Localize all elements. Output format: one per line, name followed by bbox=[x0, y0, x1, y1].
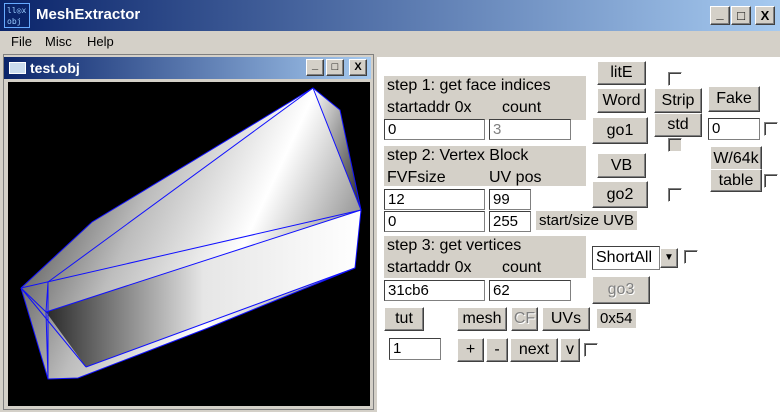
child-window-title: test.obj bbox=[30, 60, 80, 76]
dropdown-arrow-button[interactable]: ▼ bbox=[660, 248, 678, 268]
step1-count-label: count bbox=[502, 99, 542, 116]
menu-help[interactable]: Help bbox=[87, 34, 114, 49]
step1-count-input[interactable]: 3 bbox=[489, 119, 571, 140]
menu-file[interactable]: File bbox=[11, 34, 32, 49]
go1-button[interactable]: go1 bbox=[592, 117, 648, 144]
step2-title: step 2: Vertex Block bbox=[384, 146, 532, 166]
uvb-size-input[interactable]: 255 bbox=[489, 211, 531, 232]
type-dropdown[interactable]: ShortAll bbox=[592, 246, 660, 270]
menu-bar bbox=[0, 31, 780, 53]
document-icon bbox=[9, 62, 26, 74]
go3-button[interactable]: go3 bbox=[592, 276, 650, 304]
table-button[interactable]: table bbox=[710, 169, 762, 192]
v-checkbox[interactable] bbox=[584, 343, 598, 357]
go2-checkbox[interactable] bbox=[668, 188, 682, 202]
app-icon: ll◎x obj bbox=[4, 3, 30, 28]
table-checkbox[interactable] bbox=[764, 174, 778, 188]
step3-addr-label: startaddr 0x bbox=[387, 259, 472, 276]
cf-button[interactable]: CF bbox=[511, 307, 538, 331]
close-icon: X bbox=[354, 61, 362, 73]
std-checkbox[interactable] bbox=[668, 138, 682, 152]
lite-button[interactable]: litE bbox=[597, 61, 646, 85]
maximize-button[interactable]: □ bbox=[731, 6, 751, 25]
step3-addr-input[interactable]: 31cb6 bbox=[384, 280, 485, 301]
uvb-label: start/size UVB bbox=[536, 211, 638, 230]
step3-count-input[interactable]: 62 bbox=[489, 280, 571, 301]
v-button[interactable]: v bbox=[560, 338, 580, 362]
app-icon-line1: ll◎x bbox=[7, 6, 27, 15]
mesh-button[interactable]: mesh bbox=[457, 307, 507, 331]
strip-button[interactable]: Strip bbox=[654, 88, 702, 113]
child-minimize-button[interactable]: _ bbox=[306, 59, 324, 76]
close-icon: X bbox=[760, 8, 770, 23]
maximize-icon: □ bbox=[737, 8, 745, 23]
child-maximize-button[interactable]: □ bbox=[326, 59, 344, 76]
fvf-size-input[interactable]: 12 bbox=[384, 189, 485, 210]
maximize-icon: □ bbox=[331, 61, 339, 73]
w64k-button[interactable]: W/64k bbox=[710, 146, 762, 171]
uv-pos-input[interactable]: 99 bbox=[489, 189, 531, 210]
uvb-start-input[interactable]: 0 bbox=[384, 211, 485, 232]
minus-button[interactable]: - bbox=[486, 338, 508, 362]
next-button[interactable]: next bbox=[510, 338, 558, 362]
step2-fvf-label: FVFsize bbox=[387, 169, 446, 186]
go2-button[interactable]: go2 bbox=[592, 181, 648, 208]
type-checkbox[interactable] bbox=[684, 250, 698, 264]
type-dropdown-value: ShortAll bbox=[596, 249, 653, 266]
minimize-button[interactable]: _ bbox=[710, 6, 730, 25]
step3-count-label: count bbox=[502, 259, 542, 276]
fake-input[interactable]: 0 bbox=[708, 118, 760, 140]
child-close-button[interactable]: X bbox=[349, 59, 367, 76]
uvs-button[interactable]: UVs bbox=[542, 307, 590, 331]
step1-addr-label: startaddr 0x bbox=[387, 99, 472, 116]
step2-uv-label: UV pos bbox=[489, 169, 542, 186]
step1-addr-input[interactable]: 0 bbox=[384, 119, 485, 140]
minimize-icon: _ bbox=[311, 59, 319, 71]
word-button[interactable]: Word bbox=[597, 88, 646, 113]
window-title: MeshExtractor bbox=[36, 6, 141, 23]
tut-button[interactable]: tut bbox=[384, 307, 424, 331]
plus-button[interactable]: + bbox=[457, 338, 484, 362]
hex-offset-label: 0x54 bbox=[597, 309, 636, 328]
mesh-viewport[interactable] bbox=[8, 82, 370, 406]
close-button[interactable]: X bbox=[755, 6, 775, 25]
step1-title: step 1: get face indices bbox=[384, 76, 554, 96]
step3-title: step 3: get vertices bbox=[384, 236, 525, 256]
status-area bbox=[377, 402, 780, 412]
mesh-render bbox=[20, 87, 362, 380]
menu-misc[interactable]: Misc bbox=[45, 34, 72, 49]
lite-checkbox[interactable] bbox=[668, 72, 682, 86]
index-input[interactable]: 1 bbox=[389, 338, 441, 360]
fake-button[interactable]: Fake bbox=[708, 86, 760, 112]
chevron-down-icon: ▼ bbox=[664, 252, 674, 263]
app-icon-line2: obj bbox=[7, 17, 22, 26]
minimize-icon: _ bbox=[716, 6, 724, 21]
fake-checkbox[interactable] bbox=[764, 122, 778, 136]
std-button[interactable]: std bbox=[654, 113, 702, 137]
vb-button[interactable]: VB bbox=[597, 153, 646, 178]
